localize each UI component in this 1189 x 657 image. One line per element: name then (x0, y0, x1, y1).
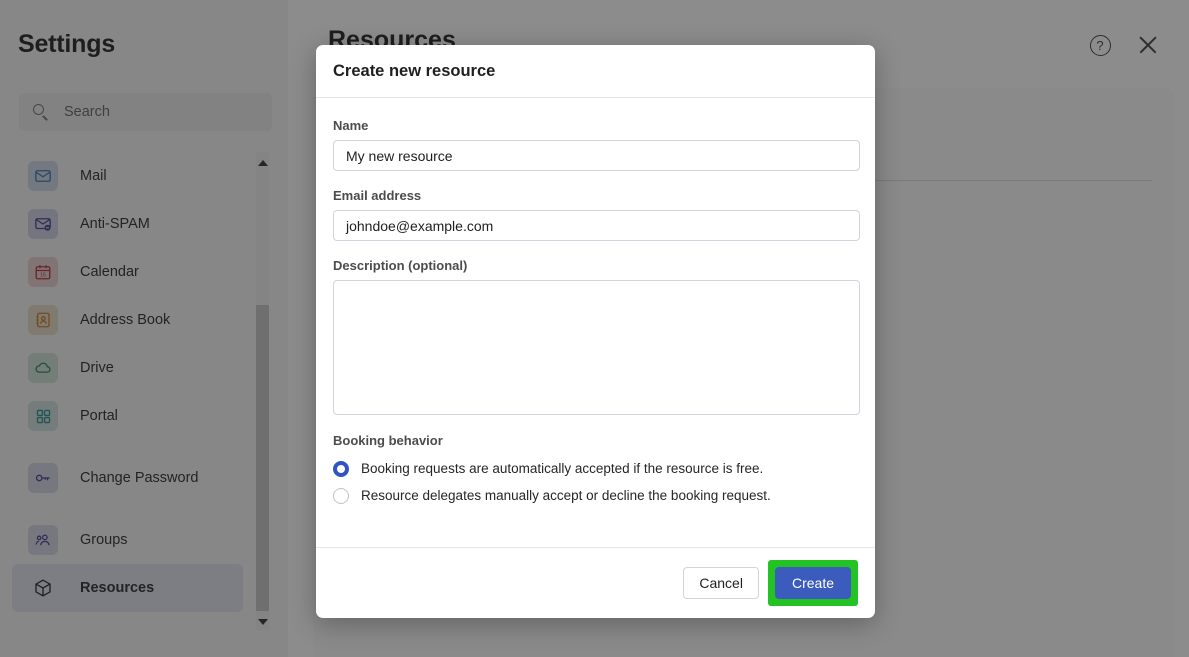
booking-option-auto-accept[interactable]: Booking requests are automatically accep… (333, 455, 858, 482)
settings-screen: Settings Search Mail (0, 0, 1189, 657)
create-button[interactable]: Create (774, 567, 851, 599)
booking-behavior-label: Booking behavior (333, 433, 443, 448)
email-field[interactable]: johndoe@example.com (333, 210, 860, 241)
dialog-header: Create new resource (316, 45, 875, 98)
email-label: Email address (333, 188, 422, 203)
radio-selected-icon[interactable] (333, 460, 349, 477)
dialog-body: Name My new resource Email address johnd… (316, 98, 875, 509)
create-resource-dialog: Create new resource Name My new resource… (316, 45, 875, 618)
booking-option-label: Resource delegates manually accept or de… (361, 488, 771, 503)
booking-option-label: Booking requests are automatically accep… (361, 461, 764, 476)
radio-unselected-icon[interactable] (333, 487, 349, 504)
name-label: Name (333, 118, 369, 133)
booking-option-manual-accept[interactable]: Resource delegates manually accept or de… (333, 482, 858, 509)
create-button-highlight: Create (767, 560, 858, 606)
description-field[interactable] (333, 280, 860, 415)
dialog-footer: Cancel Create (316, 547, 875, 618)
description-label: Description (optional) (333, 258, 468, 273)
name-field[interactable]: My new resource (333, 140, 860, 171)
cancel-button[interactable]: Cancel (683, 567, 759, 599)
dialog-title: Create new resource (333, 61, 496, 80)
